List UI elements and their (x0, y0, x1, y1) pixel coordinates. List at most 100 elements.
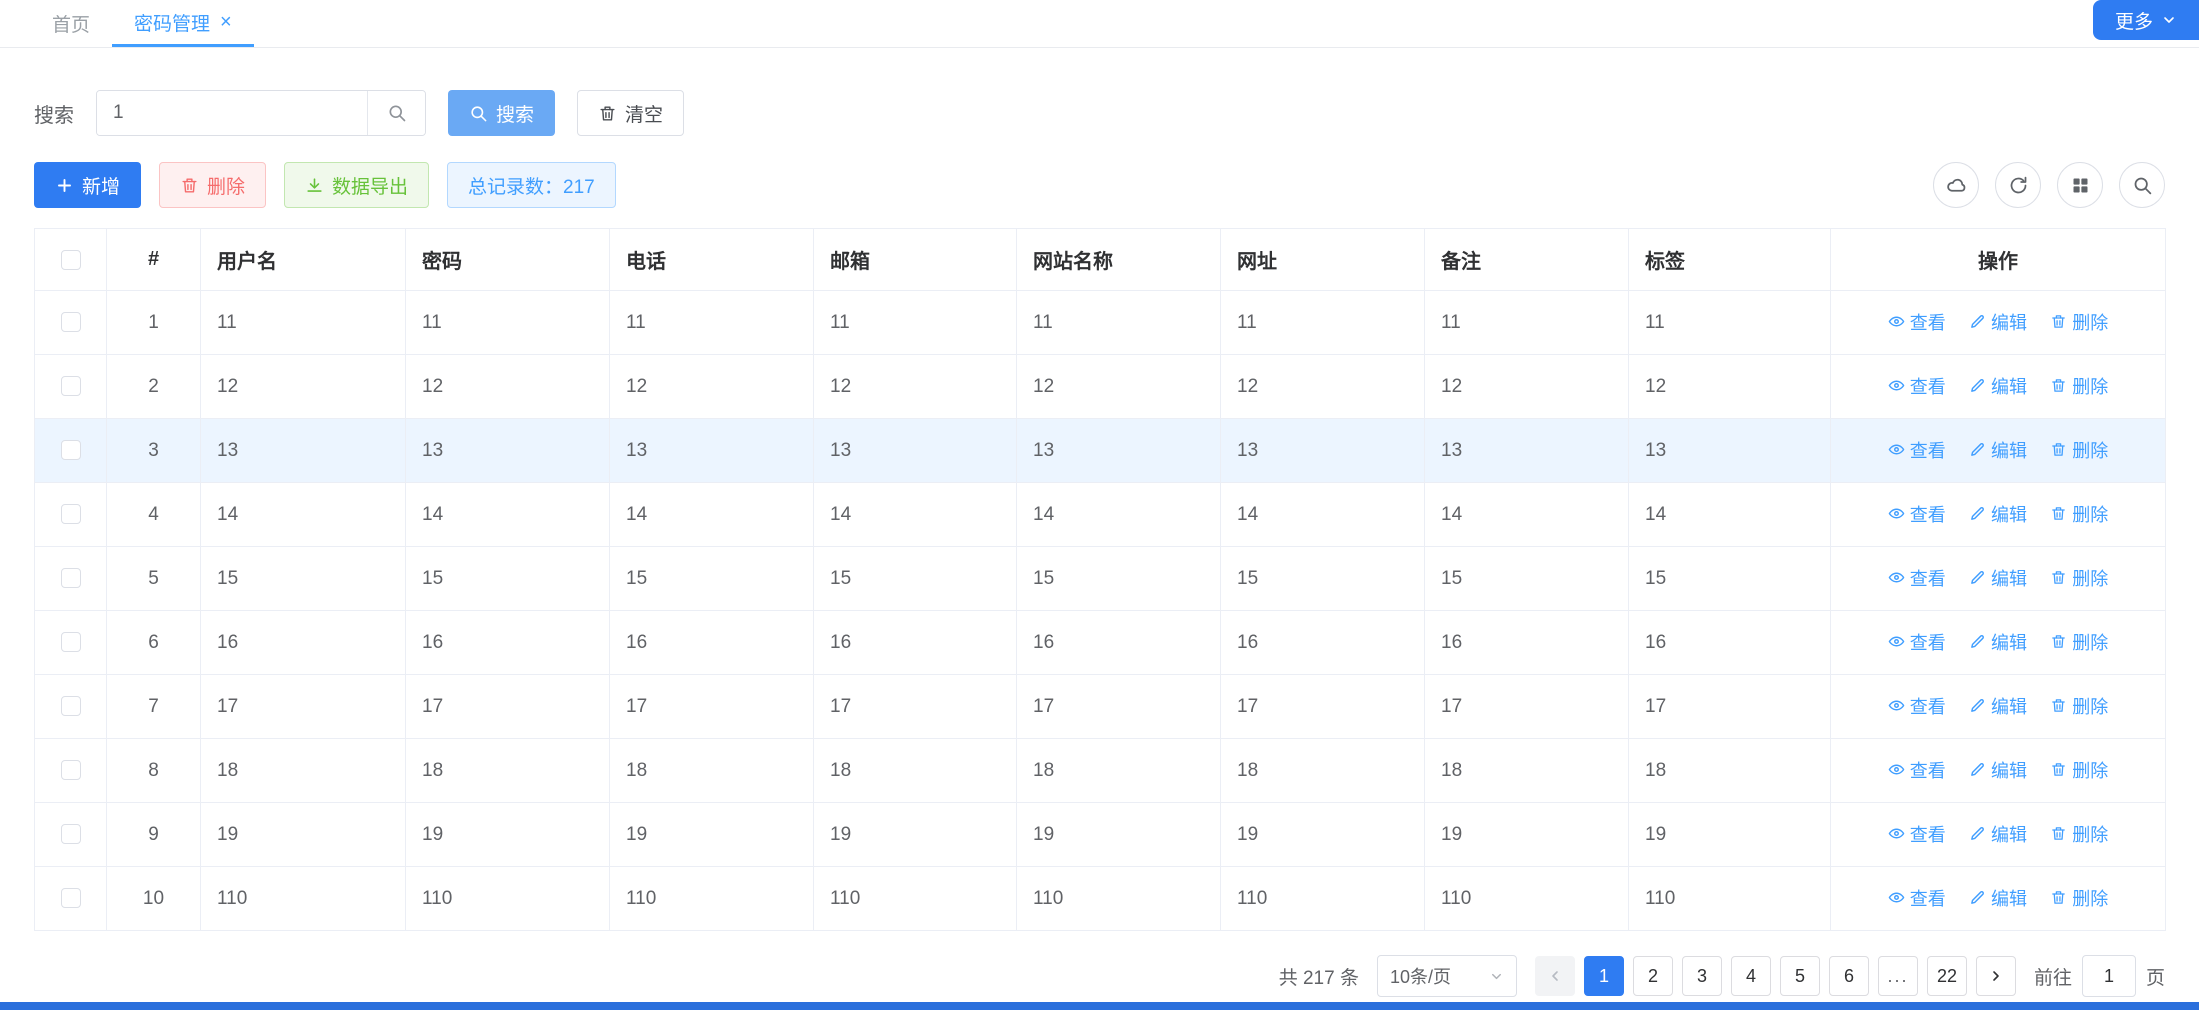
download-icon (305, 176, 324, 195)
delete-link[interactable]: 删除 (2050, 885, 2108, 911)
table-row[interactable]: 10 110 110 110 110 110 110 110 110 查看 编辑… (35, 867, 2166, 931)
delete-link[interactable]: 删除 (2050, 437, 2108, 463)
row-cell: 15 (1221, 547, 1425, 611)
edit-link-label: 编辑 (1991, 373, 2027, 399)
pencil-icon (1969, 633, 1986, 650)
pager-next-button[interactable] (1976, 956, 2016, 996)
edit-link[interactable]: 编辑 (1969, 565, 2027, 591)
search-input-suffix[interactable] (367, 91, 425, 135)
table-row[interactable]: 3 13 13 13 13 13 13 13 13 查看 编辑 删除 (35, 419, 2166, 483)
tab-home[interactable]: 首页 (30, 0, 112, 47)
delete-button[interactable]: 删除 (159, 162, 266, 208)
trash-icon (2050, 441, 2067, 458)
delete-link[interactable]: 删除 (2050, 821, 2108, 847)
row-checkbox[interactable] (61, 632, 81, 652)
cloud-button[interactable] (1933, 162, 1979, 208)
table-row[interactable]: 1 11 11 11 11 11 11 11 11 查看 编辑 删除 (35, 291, 2166, 355)
pager-page-6[interactable]: 6 (1829, 956, 1869, 996)
view-link[interactable]: 查看 (1888, 885, 1946, 911)
row-cell: 16 (1629, 611, 1831, 675)
row-checkbox[interactable] (61, 440, 81, 460)
row-cell: 110 (814, 867, 1017, 931)
edit-link[interactable]: 编辑 (1969, 885, 2027, 911)
view-link[interactable]: 查看 (1888, 437, 1946, 463)
table-row[interactable]: 2 12 12 12 12 12 12 12 12 查看 编辑 删除 (35, 355, 2166, 419)
row-cell: 19 (610, 803, 814, 867)
table-row[interactable]: 9 19 19 19 19 19 19 19 19 查看 编辑 删除 (35, 803, 2166, 867)
edit-link[interactable]: 编辑 (1969, 629, 2027, 655)
edit-link[interactable]: 编辑 (1969, 309, 2027, 335)
row-cell: 15 (1425, 547, 1629, 611)
edit-link[interactable]: 编辑 (1969, 821, 2027, 847)
row-checkbox[interactable] (61, 888, 81, 908)
select-all-checkbox[interactable] (61, 250, 81, 270)
export-button-label: 数据导出 (332, 172, 408, 199)
view-link[interactable]: 查看 (1888, 693, 1946, 719)
row-checkbox[interactable] (61, 824, 81, 844)
refresh-button[interactable] (1995, 162, 2041, 208)
tab-password-management[interactable]: 密码管理 × (112, 0, 254, 47)
row-cell: 15 (201, 547, 406, 611)
export-button[interactable]: 数据导出 (284, 162, 429, 208)
pager-page-1[interactable]: 1 (1584, 956, 1624, 996)
edit-link[interactable]: 编辑 (1969, 373, 2027, 399)
pager-page-5[interactable]: 5 (1780, 956, 1820, 996)
edit-link[interactable]: 编辑 (1969, 437, 2027, 463)
row-checkbox[interactable] (61, 760, 81, 780)
table-row[interactable]: 8 18 18 18 18 18 18 18 18 查看 编辑 删除 (35, 739, 2166, 803)
close-icon[interactable]: × (220, 12, 232, 32)
row-cell: 18 (1017, 739, 1221, 803)
pager-page-22[interactable]: 22 (1927, 956, 1967, 996)
search-button-label: 搜索 (496, 100, 534, 127)
pager-page-2[interactable]: 2 (1633, 956, 1673, 996)
view-link[interactable]: 查看 (1888, 565, 1946, 591)
edit-link[interactable]: 编辑 (1969, 501, 2027, 527)
row-cell: 14 (201, 483, 406, 547)
row-cell: 14 (1629, 483, 1831, 547)
view-link[interactable]: 查看 (1888, 757, 1946, 783)
delete-link[interactable]: 删除 (2050, 757, 2108, 783)
search-input[interactable] (97, 91, 367, 135)
pager-prev-button[interactable] (1535, 956, 1575, 996)
delete-link[interactable]: 删除 (2050, 693, 2108, 719)
table-row[interactable]: 7 17 17 17 17 17 17 17 17 查看 编辑 删除 (35, 675, 2166, 739)
row-cell: 13 (1017, 419, 1221, 483)
add-button[interactable]: 新增 (34, 162, 141, 208)
table-row[interactable]: 6 16 16 16 16 16 16 16 16 查看 编辑 删除 (35, 611, 2166, 675)
delete-link[interactable]: 删除 (2050, 629, 2108, 655)
pager-page-3[interactable]: 3 (1682, 956, 1722, 996)
row-checkbox[interactable] (61, 312, 81, 332)
delete-link[interactable]: 删除 (2050, 565, 2108, 591)
grid-view-button[interactable] (2057, 162, 2103, 208)
view-link[interactable]: 查看 (1888, 629, 1946, 655)
eye-icon (1888, 825, 1905, 842)
row-checkbox[interactable] (61, 696, 81, 716)
edit-link[interactable]: 编辑 (1969, 757, 2027, 783)
view-link[interactable]: 查看 (1888, 821, 1946, 847)
goto-page-input[interactable] (2082, 955, 2136, 997)
row-cell: 110 (1017, 867, 1221, 931)
delete-link[interactable]: 删除 (2050, 373, 2108, 399)
table-row[interactable]: 4 14 14 14 14 14 14 14 14 查看 编辑 删除 (35, 483, 2166, 547)
pager-page-4[interactable]: 4 (1731, 956, 1771, 996)
view-link[interactable]: 查看 (1888, 309, 1946, 335)
view-link[interactable]: 查看 (1888, 501, 1946, 527)
row-checkbox[interactable] (61, 568, 81, 588)
search-toggle-button[interactable] (2119, 162, 2165, 208)
pager-more[interactable]: ... (1878, 956, 1918, 996)
row-cell: 18 (814, 739, 1017, 803)
delete-link[interactable]: 删除 (2050, 501, 2108, 527)
row-cell: 110 (406, 867, 610, 931)
row-index: 8 (107, 739, 201, 803)
table-row[interactable]: 5 15 15 15 15 15 15 15 15 查看 编辑 删除 (35, 547, 2166, 611)
delete-link[interactable]: 删除 (2050, 309, 2108, 335)
column-header-index: # (107, 229, 201, 291)
edit-link[interactable]: 编辑 (1969, 693, 2027, 719)
page-size-select[interactable]: 10条/页 (1377, 955, 1517, 997)
row-checkbox[interactable] (61, 504, 81, 524)
view-link[interactable]: 查看 (1888, 373, 1946, 399)
row-checkbox[interactable] (61, 376, 81, 396)
clear-button[interactable]: 清空 (577, 90, 684, 136)
more-button[interactable]: 更多 (2093, 0, 2199, 40)
search-button[interactable]: 搜索 (448, 90, 555, 136)
